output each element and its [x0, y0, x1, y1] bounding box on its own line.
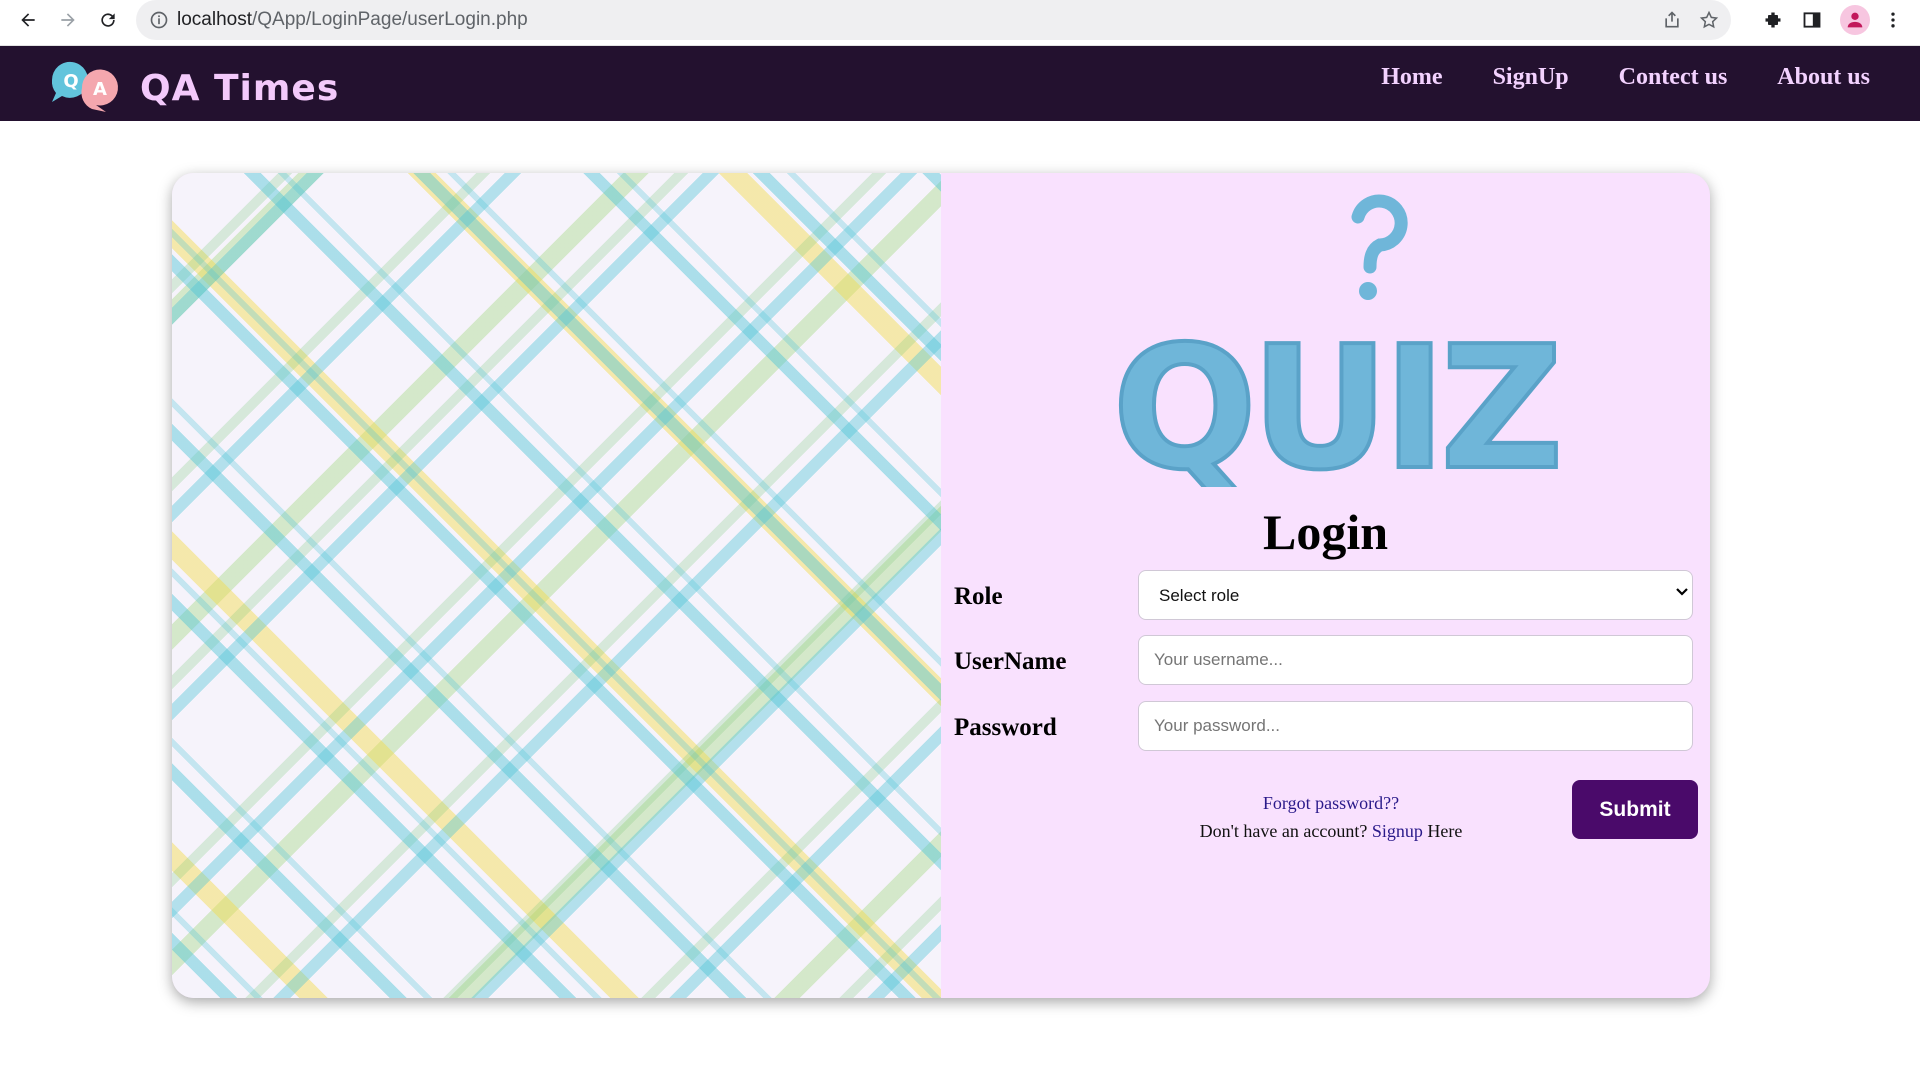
- logo-letter-q: Q: [63, 71, 78, 92]
- quiz-graphic-text: QUIZ: [1112, 310, 1557, 487]
- brand-name[interactable]: QA Times: [140, 68, 339, 109]
- signup-link[interactable]: Signup: [1372, 821, 1423, 841]
- site-navbar: Q A QA Times Home SignUp Contect us Abou…: [0, 46, 1920, 121]
- url-path: /QApp/LoginPage/userLogin.php: [252, 9, 528, 30]
- login-card: QUIZ Login Role Select role UserName Pas…: [172, 173, 1710, 998]
- forgot-password-link[interactable]: Forgot password??: [1121, 793, 1541, 814]
- plaid-background-image: [172, 173, 941, 998]
- nav-contact-link[interactable]: Contect us: [1619, 64, 1728, 91]
- nav-links: Home SignUp Contect us About us: [1381, 64, 1870, 91]
- question-mark-icon: [1351, 194, 1408, 274]
- back-icon[interactable]: [14, 6, 42, 34]
- login-panel: QUIZ Login Role Select role UserName Pas…: [941, 173, 1710, 998]
- role-select[interactable]: Select role: [1138, 570, 1693, 620]
- nav-signup-link[interactable]: SignUp: [1493, 64, 1569, 91]
- extensions-icon[interactable]: [1759, 6, 1787, 34]
- signup-prompt: Don't have an account? Signup Here: [1101, 821, 1561, 842]
- browser-toolbar: localhost/QApp/LoginPage/userLogin.php: [0, 0, 1920, 46]
- logo-letter-a: A: [93, 79, 107, 100]
- username-input[interactable]: [1138, 635, 1693, 685]
- url-text: localhost/QApp/LoginPage/userLogin.php: [177, 9, 528, 31]
- profile-avatar-icon[interactable]: [1840, 5, 1870, 35]
- browser-menu-icon[interactable]: [1879, 6, 1907, 34]
- url-host: localhost: [177, 9, 252, 30]
- signup-suffix-text: Here: [1427, 821, 1463, 841]
- reload-icon[interactable]: [94, 6, 122, 34]
- password-input[interactable]: [1138, 701, 1693, 751]
- bookmark-star-icon[interactable]: [1697, 8, 1721, 32]
- password-label: Password: [954, 714, 1057, 741]
- address-bar[interactable]: localhost/QApp/LoginPage/userLogin.php: [136, 0, 1731, 40]
- no-account-text: Don't have an account?: [1199, 821, 1368, 841]
- quiz-logo-graphic: QUIZ: [1110, 194, 1560, 487]
- side-panel-icon[interactable]: [1798, 6, 1826, 34]
- forward-icon[interactable]: [54, 6, 82, 34]
- username-label: UserName: [954, 648, 1067, 675]
- question-mark-dot: [1359, 282, 1377, 300]
- submit-button[interactable]: Submit: [1572, 780, 1698, 839]
- nav-about-link[interactable]: About us: [1777, 64, 1870, 91]
- share-icon[interactable]: [1660, 8, 1684, 32]
- role-label: Role: [954, 583, 1003, 610]
- login-title: Login: [1262, 504, 1389, 560]
- nav-home-link[interactable]: Home: [1381, 64, 1442, 91]
- qa-logo-icon[interactable]: Q A: [48, 58, 128, 116]
- site-info-icon[interactable]: [149, 10, 169, 30]
